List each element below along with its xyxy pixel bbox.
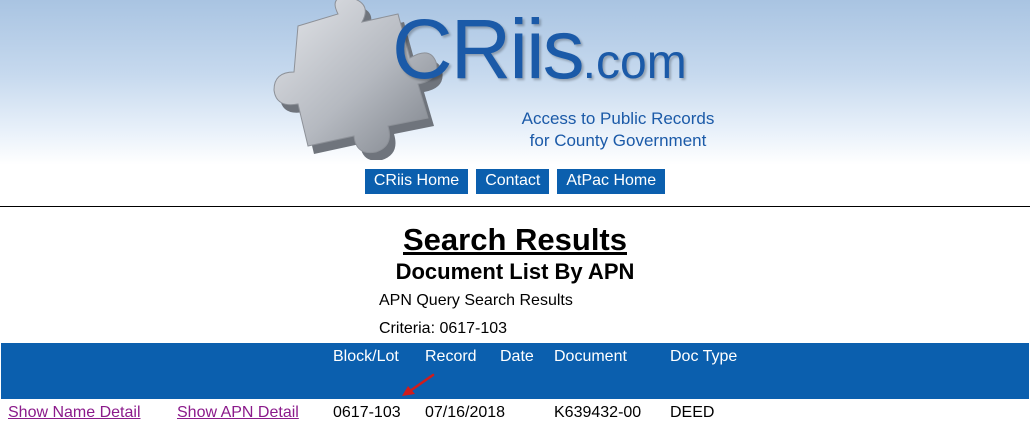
query-info: APN Query Search Results <box>379 292 573 309</box>
column-header-record: Record <box>425 348 477 365</box>
logo-tagline: Access to Public Records for County Gove… <box>518 108 718 152</box>
header-banner: CRiis.com Access to Public Records for C… <box>0 0 1030 165</box>
logo-brand: CRiis <box>392 2 585 96</box>
page-title: Search Results <box>403 222 627 257</box>
column-header-doc-type: Doc Type <box>670 348 738 365</box>
column-header-block-lot: Block/Lot <box>333 348 399 365</box>
nav-contact[interactable]: Contact <box>476 169 550 194</box>
criteria-info: Criteria: 0617-103 <box>379 320 508 337</box>
nav-criis-home[interactable]: CRiis Home <box>364 169 469 194</box>
criis-logo: CRiis.com Access to Public Records for C… <box>268 0 768 160</box>
cell-doc-type: DEED <box>670 404 715 421</box>
page-subtitle: Document List By APN <box>395 259 635 284</box>
cell-record-date: 07/16/2018 <box>425 404 506 421</box>
show-name-detail-link[interactable]: Show Name Detail <box>8 403 141 423</box>
cell-block-lot: 0617-103 <box>333 404 401 421</box>
annotation-arrow-icon <box>402 373 435 396</box>
tagline-line-2: for County Government <box>529 131 707 150</box>
tagline-line-1: Access to Public Records <box>521 109 715 128</box>
cell-document: K639432-00 <box>554 404 642 421</box>
column-header-document: Document <box>554 348 627 365</box>
header-divider <box>0 206 1030 207</box>
nav-atpac-home[interactable]: AtPac Home <box>557 169 666 194</box>
show-apn-detail-link[interactable]: Show APN Detail <box>177 403 299 423</box>
logo-tld: .com <box>582 36 687 89</box>
logo-wordmark: CRiis.com <box>392 4 687 108</box>
column-header-date: Date <box>500 348 534 365</box>
top-nav: CRiis Home Contact AtPac Home <box>0 169 1030 194</box>
